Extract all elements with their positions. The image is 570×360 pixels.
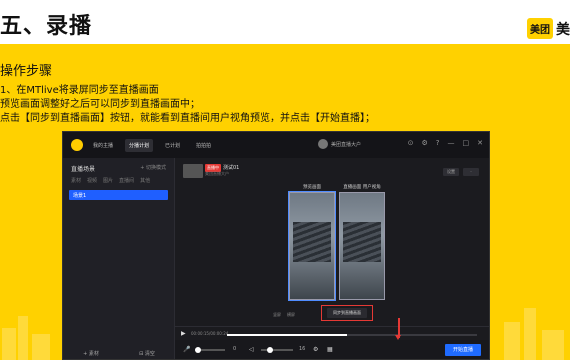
brand-text: 美 (556, 21, 570, 38)
nav-broadcast-plan[interactable]: 分播计划 (125, 138, 154, 152)
preview-screen[interactable]: 预览画面 (288, 185, 336, 301)
start-live-button[interactable]: 开始直播 (445, 344, 481, 356)
mic-value: 0 (233, 346, 237, 352)
settings-button[interactable]: 设置 (443, 168, 459, 176)
more-button[interactable]: · (463, 168, 479, 176)
tab-video[interactable]: 视频 (87, 177, 97, 184)
mtlive-window: 我的主播 分播计划 已计划 拍拍拍 美团直播大户 ⊙ ⚙ ? — □ ✕ 直播场… (62, 131, 490, 360)
nav-planned[interactable]: 已计划 (161, 139, 184, 152)
playback-bar: ▶ 00:00:15/00:00:24 (175, 326, 489, 340)
app-logo-icon (71, 139, 83, 151)
mic-knob[interactable] (195, 347, 201, 353)
sidebar-header: 直播场景 + 切换模式 (63, 158, 174, 177)
live-screen: 直播画面 用户视角 (339, 185, 385, 300)
mic-slider[interactable] (195, 347, 225, 353)
settings-icon[interactable]: ⚙ (313, 346, 318, 353)
sync-highlight-box (321, 305, 373, 321)
nav-other[interactable]: 拍拍拍 (192, 139, 215, 152)
sidebar-footer: + 素材 ⊟ 清空 (63, 350, 175, 357)
close-icon[interactable]: ✕ (477, 139, 483, 147)
sidebar-tabs: 素材 视频 图片 直播间 其他 (63, 177, 174, 184)
scene-sidebar: 直播场景 + 切换模式 素材 视频 图片 直播间 其他 场景1 + 素材 ⊟ 清… (63, 158, 175, 359)
help-icon[interactable]: ? (436, 139, 440, 147)
scene-item-selected[interactable]: 场景1 (69, 190, 168, 200)
switch-mode-button[interactable]: + 切换模式 (140, 164, 166, 173)
tab-material[interactable]: 素材 (71, 177, 81, 184)
section-title: 操作步骤 (0, 64, 53, 79)
landscape-button[interactable]: 横屏 (287, 312, 295, 318)
portrait-button[interactable]: 竖屏 (273, 312, 281, 318)
tab-live-room[interactable]: 直播间 (119, 177, 134, 184)
steps-list: 1、在MTlive将录屏同步至直播画面 预览画面调整好之后可以同步到直播画面中；… (0, 84, 570, 126)
step-1: 1、在MTlive将录屏同步至直播画面 (0, 85, 159, 96)
room-subtitle: 美团直播大户 (205, 171, 229, 176)
slide-title: 五、录播 (0, 14, 93, 39)
live-content (343, 222, 381, 262)
control-bar: 🎤 0 ◁ 16 ⚙ ▦ 开始直播 (175, 340, 489, 359)
play-icon[interactable]: ▶ (181, 330, 186, 337)
window-controls: ⊙ ⚙ ? — □ ✕ (408, 139, 483, 147)
step-3: 点击【同步到直播画面】按钮，就能看到直播间用户视角预览，并点击【开始直播】； (0, 113, 375, 124)
add-material-button[interactable]: + 素材 (83, 350, 99, 357)
minimize-icon[interactable]: — (448, 139, 455, 147)
gear-icon[interactable]: ⚙ (422, 139, 428, 147)
tab-other[interactable]: 其他 (140, 177, 150, 184)
speaker-icon[interactable]: ◁ (249, 346, 254, 353)
playback-time: 00:00:15/00:00:24 (191, 331, 229, 336)
record-icon[interactable]: ⊙ (408, 139, 414, 147)
city-decoration-right (500, 300, 570, 360)
orientation-buttons: 竖屏 横屏 (273, 312, 295, 318)
city-decoration-left (0, 300, 60, 360)
pointer-arrow (395, 318, 401, 340)
volume-value: 16 (299, 346, 306, 352)
app-titlebar: 我的主播 分播计划 已计划 拍拍拍 美团直播大户 ⊙ ⚙ ? — □ ✕ (63, 132, 489, 158)
room-name: 测试01 (223, 165, 240, 171)
nav-my-anchor[interactable]: 我的主播 (89, 139, 117, 152)
main-panel: 直播中 测试01 美团直播大户 设置 · 预览画面 直播画面 用户视角 竖屏 横… (175, 158, 489, 359)
clear-button[interactable]: ⊟ 清空 (139, 350, 155, 357)
maximize-icon[interactable]: □ (463, 139, 470, 147)
mic-icon[interactable]: 🎤 (183, 346, 190, 353)
brand-logo: 美团 美 (527, 18, 570, 39)
avatar (317, 139, 328, 149)
progress-fill (227, 334, 347, 336)
brand-badge: 美团 (527, 18, 553, 39)
progress-track[interactable] (227, 334, 477, 336)
preview-content (293, 222, 331, 262)
tab-image[interactable]: 图片 (103, 177, 113, 184)
sidebar-title: 直播场景 (71, 166, 96, 173)
step-2: 预览画面调整好之后可以同步到直播画面中； (0, 99, 200, 110)
user-menu[interactable]: 美团直播大户 (317, 139, 361, 149)
slide-header: 五、录播 美团 美 (0, 0, 570, 44)
preview-label: 预览画面 (303, 185, 321, 190)
room-thumbnail (183, 164, 203, 178)
user-name: 美团直播大户 (330, 141, 361, 148)
volume-knob[interactable] (267, 347, 273, 353)
volume-slider[interactable] (261, 347, 293, 353)
grid-icon[interactable]: ▦ (327, 346, 333, 353)
live-label: 直播画面 用户视角 (343, 185, 381, 190)
